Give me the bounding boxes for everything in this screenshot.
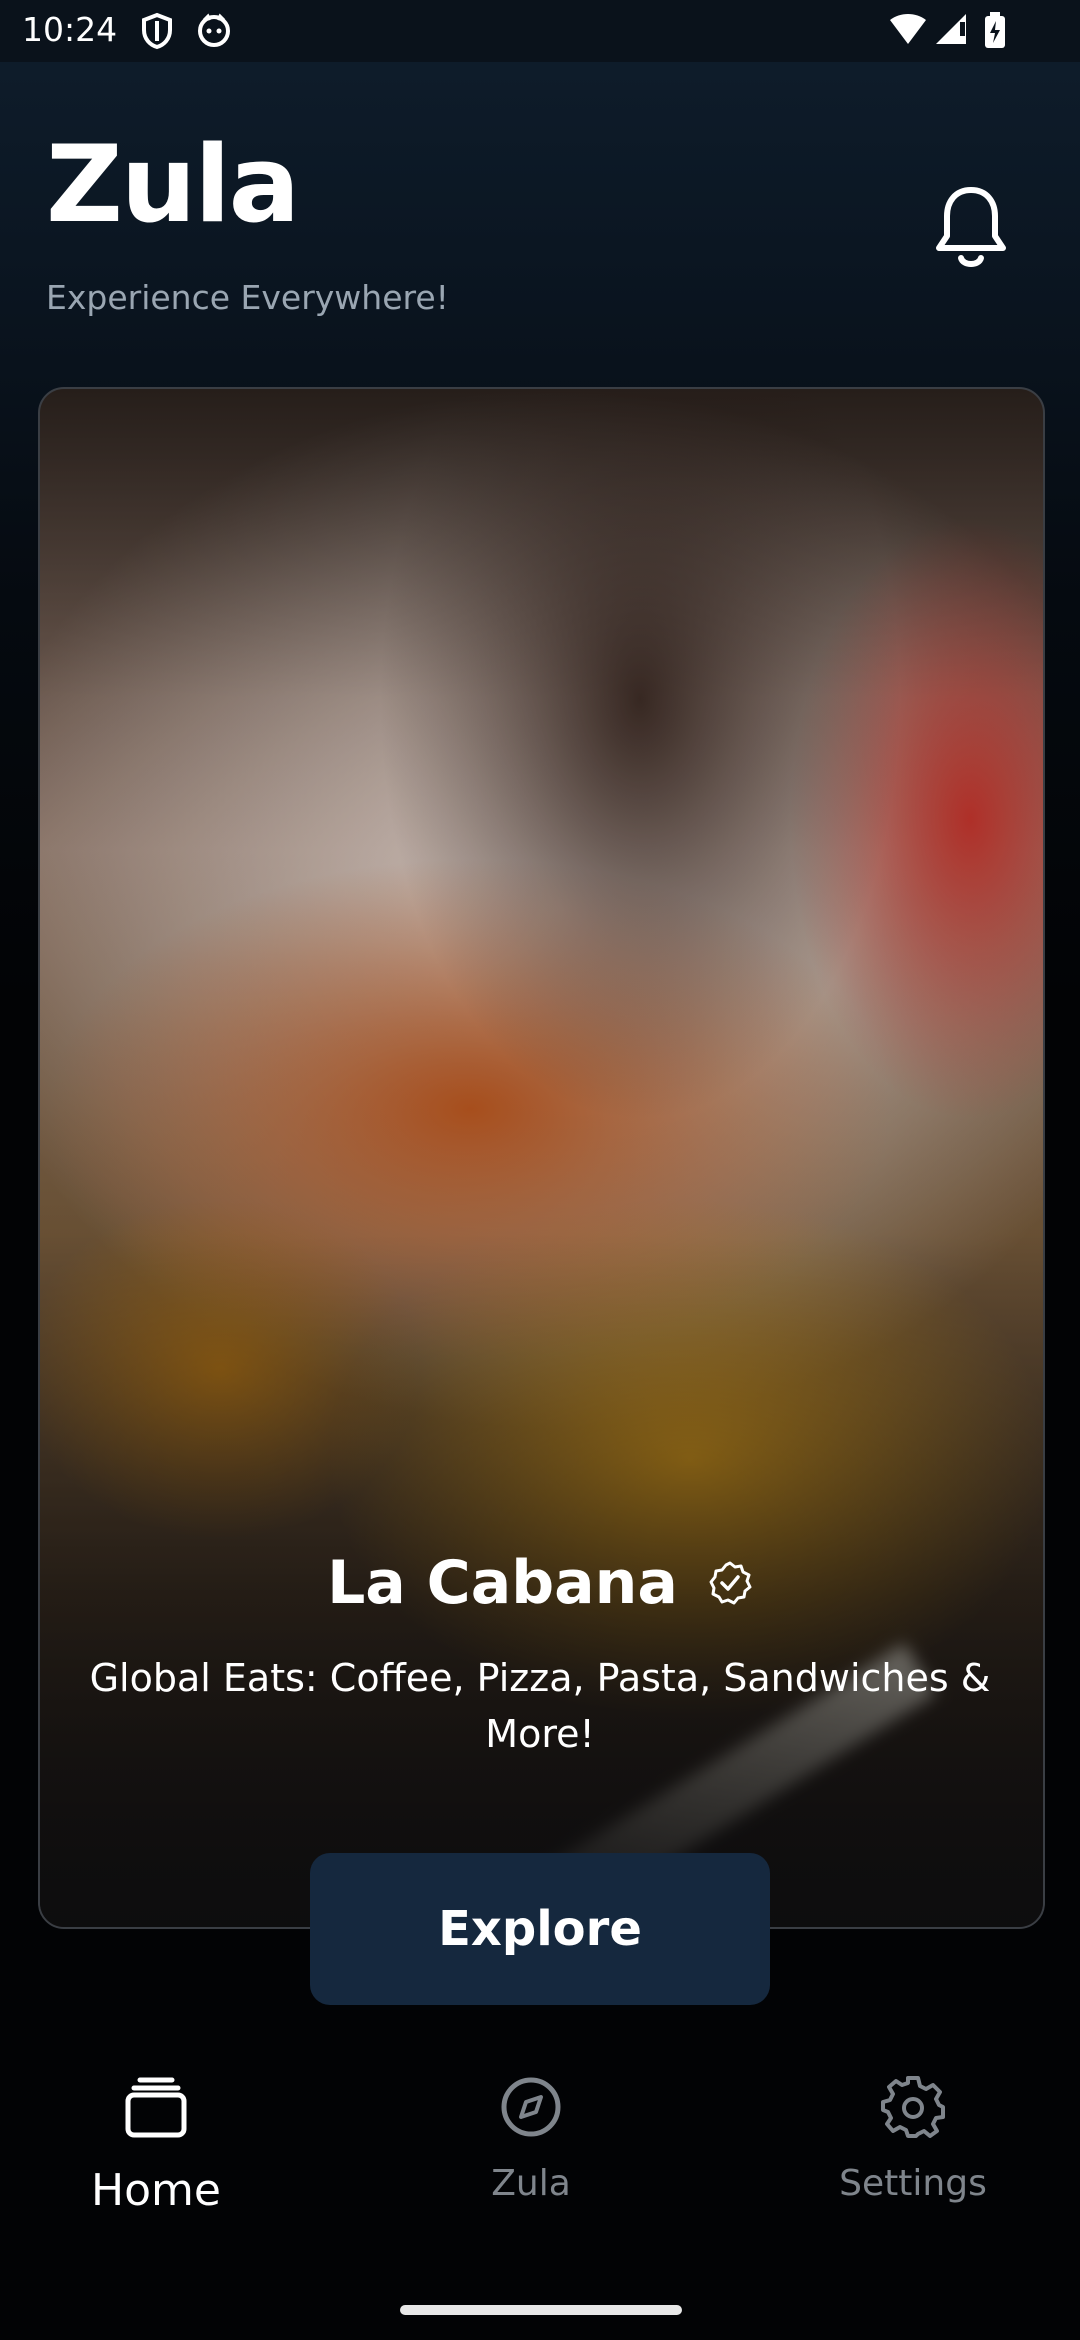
- nav-item-zula[interactable]: Zula: [401, 2075, 661, 2204]
- restaurant-description: Global Eats: Coffee, Pizza, Pasta, Sandw…: [89, 1656, 991, 1756]
- stack-icon: [125, 2077, 187, 2138]
- verified-badge-icon: [709, 1561, 752, 1605]
- nav-label-home: Home: [91, 2165, 221, 2216]
- signal-icon: [936, 14, 966, 44]
- nav-item-home[interactable]: Home: [26, 2075, 286, 2216]
- wifi-icon: [890, 14, 926, 44]
- bell-icon[interactable]: [933, 184, 1009, 272]
- cat-icon: [198, 13, 230, 47]
- nav-label-settings: Settings: [839, 2163, 987, 2204]
- nav-label-zula: Zula: [491, 2163, 571, 2204]
- gear-icon: [881, 2076, 945, 2138]
- home-indicator[interactable]: [400, 2305, 682, 2315]
- status-bar: 10:24: [0, 0, 1080, 62]
- tagline: Experience Everywhere!: [46, 278, 449, 317]
- battery-icon: [985, 12, 1005, 48]
- shield-icon: [142, 12, 172, 50]
- explore-button[interactable]: Explore: [310, 1853, 770, 2005]
- restaurant-name: La Cabana: [327, 1548, 678, 1618]
- compass-icon: [501, 2077, 561, 2137]
- nav-item-settings[interactable]: Settings: [783, 2075, 1043, 2204]
- app-logo: Zula: [46, 123, 300, 246]
- card-title-row: La Cabana: [0, 1548, 1080, 1618]
- status-time: 10:24: [22, 10, 118, 49]
